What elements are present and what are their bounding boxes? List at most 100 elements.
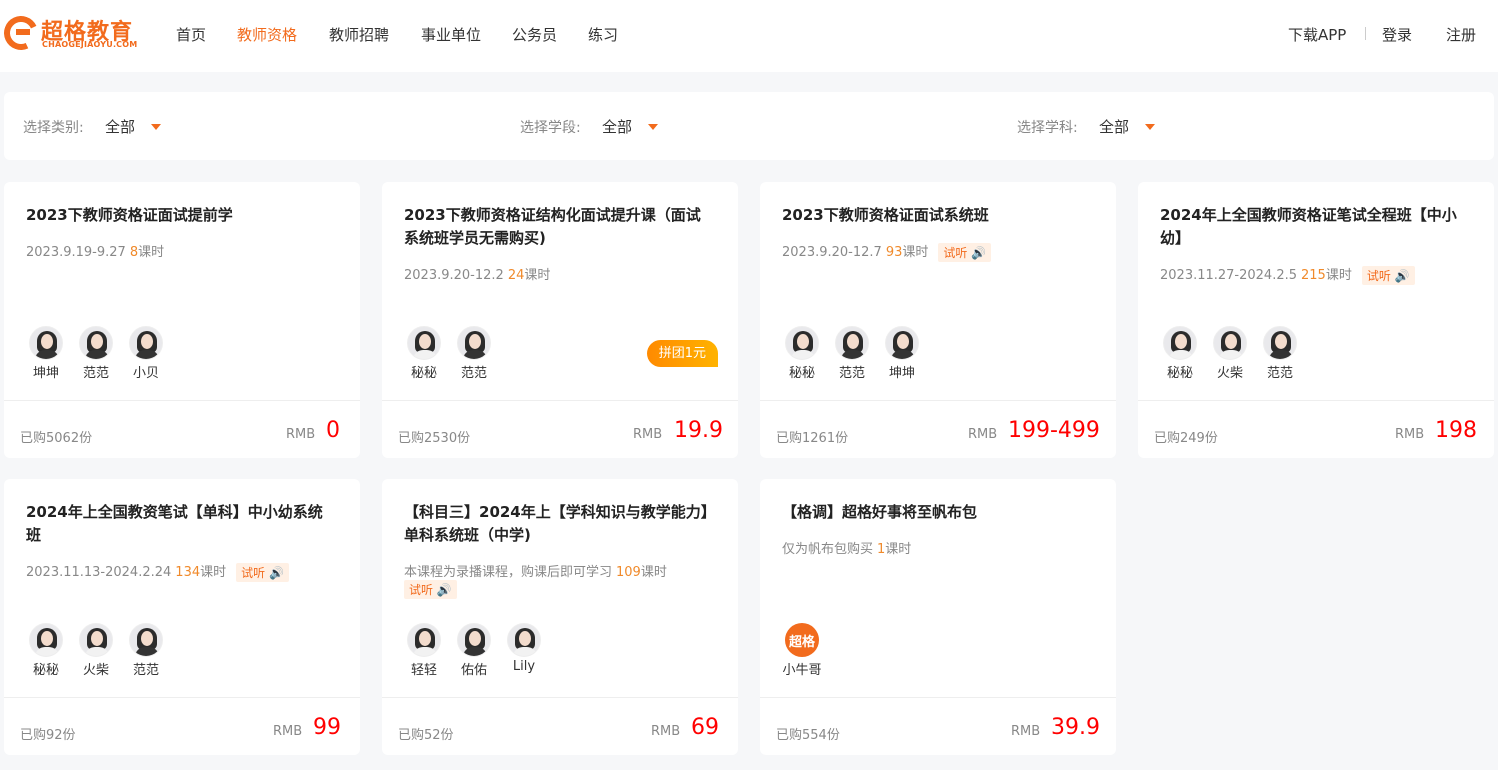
course-title: 【科目三】2024年上【学科知识与教学能力】单科系统班（中学) (404, 503, 709, 544)
teacher-name: 坤坤 (888, 366, 915, 381)
filter-subject-dropdown-icon[interactable] (1145, 124, 1155, 130)
currency-label: RMB (286, 427, 316, 442)
course-meta: 2023.9.20-12.2 24课时 (404, 264, 550, 283)
course-card[interactable]: 2023下教师资格证面试提前学 2023.9.19-9.27 8课时 坤坤 范范 … (4, 182, 360, 458)
avatar (29, 623, 63, 657)
teacher[interactable]: 轻轻 (404, 623, 444, 678)
course-card[interactable]: 2023下教师资格证面试系统班 2023.9.20-12.7 93课时 试听 🔊 秘… (760, 182, 1116, 458)
purchase-count: 已购52份 (398, 728, 454, 743)
teacher[interactable]: 小贝 (126, 326, 166, 381)
nav-home[interactable]: 首页 (176, 24, 206, 45)
teacher-name: Lily (512, 659, 536, 674)
avatar (835, 326, 869, 360)
teacher-name: 佑佑 (460, 663, 487, 678)
logo-mark-bar (16, 29, 30, 35)
teacher[interactable]: 范范 (76, 326, 116, 381)
avatar (1213, 326, 1247, 360)
teacher[interactable]: Lily (504, 623, 544, 674)
avatar (1263, 326, 1297, 360)
register-link[interactable]: 注册 (1446, 24, 1476, 45)
trial-label: 试听 (409, 583, 434, 597)
teacher[interactable]: 坤坤 (882, 326, 922, 381)
course-date: 2023.9.20-12.7 (782, 245, 882, 260)
teacher[interactable]: 秘秘 (782, 326, 822, 381)
course-price: 69 (691, 715, 719, 740)
filter-stage-dropdown-icon[interactable] (648, 124, 658, 130)
avatar (79, 623, 113, 657)
course-meta: 2023.11.27-2024.2.5 215课时 试听 🔊 (1160, 264, 1415, 285)
card-divider (1138, 400, 1494, 401)
teacher[interactable]: 秘秘 (1160, 326, 1200, 381)
course-price: 19.9 (674, 418, 723, 443)
teacher-name: 小贝 (132, 366, 159, 381)
nav-teacher-qualification[interactable]: 教师资格 (237, 24, 297, 45)
teacher[interactable]: 范范 (454, 326, 494, 381)
purchase-count: 已购2530份 (398, 431, 471, 446)
teacher[interactable]: 范范 (1260, 326, 1300, 381)
course-hours: 93 (885, 245, 903, 260)
nav-public-institution[interactable]: 事业单位 (421, 24, 481, 45)
course-card[interactable]: 2024年上全国教师资格证笔试全程班【中小幼】 2023.11.27-2024.… (1138, 182, 1494, 458)
teacher[interactable]: 秘秘 (26, 623, 66, 678)
filter-category-dropdown-icon[interactable] (151, 124, 161, 130)
course-date: 仅为帆布包购买 (782, 542, 874, 557)
site-logo[interactable]: 超格教育 CHAOGEJIAOYU.COM (0, 11, 154, 55)
purchase-count: 已购249份 (1154, 431, 1218, 446)
course-meta: 2023.9.20-12.7 93课时 试听 🔊 (782, 241, 992, 262)
avatar (1163, 326, 1197, 360)
course-hours: 24 (507, 268, 525, 283)
speaker-icon: 🔊 (436, 583, 452, 597)
course-hours-unit: 课时 (885, 542, 912, 557)
filter-category-label: 选择类别: (23, 120, 84, 136)
login-link[interactable]: 登录 (1382, 24, 1412, 45)
teacher[interactable]: 范范 (832, 326, 872, 381)
teacher-name: 范范 (132, 663, 159, 678)
course-hours-unit: 课时 (138, 245, 165, 260)
currency-label: RMB (651, 724, 681, 739)
card-divider (760, 400, 1116, 401)
avatar (79, 326, 113, 360)
nav-practice[interactable]: 练习 (588, 24, 618, 45)
filter-category-value[interactable]: 全部 (105, 116, 135, 137)
teacher[interactable]: 秘秘 (404, 326, 444, 381)
download-app-link[interactable]: 下载APP (1288, 24, 1346, 45)
purchase-count: 已购92份 (20, 728, 76, 743)
teacher[interactable]: 超格 小牛哥 (782, 623, 822, 678)
filter-subject-value[interactable]: 全部 (1099, 116, 1129, 137)
course-card[interactable]: 2023下教师资格证结构化面试提升课（面试系统班学员无需购买) 2023.9.2… (382, 182, 738, 458)
filter-subject-label: 选择学科: (1017, 120, 1078, 136)
course-title: 2023下教师资格证结构化面试提升课（面试系统班学员无需购买) (404, 206, 701, 247)
teacher[interactable]: 范范 (126, 623, 166, 678)
group-buy-badge[interactable]: 拼团1元 (646, 340, 718, 367)
course-hours-unit: 课时 (902, 245, 929, 260)
course-date: 2023.9.20-12.2 (404, 268, 504, 283)
trial-button[interactable]: 试听 🔊 (1361, 266, 1415, 285)
trial-label: 试听 (943, 246, 968, 260)
trial-button[interactable]: 试听 🔊 (236, 563, 289, 582)
course-price: 99 (313, 715, 341, 740)
course-card[interactable]: 2024年上全国教资笔试【单科】中小幼系统班 2023.11.13-2024.2… (4, 479, 360, 755)
course-date: 2023.11.27-2024.2.5 (1160, 268, 1298, 283)
teacher-name: 坤坤 (32, 366, 59, 381)
teacher[interactable]: 坤坤 (26, 326, 66, 381)
trial-button[interactable]: 试听 🔊 (938, 243, 992, 262)
teacher-name: 范范 (1266, 366, 1293, 381)
course-hours: 134 (175, 565, 201, 580)
teacher[interactable]: 火柴 (1210, 326, 1250, 381)
nav-teacher-recruitment[interactable]: 教师招聘 (329, 24, 389, 45)
avatar (407, 326, 441, 360)
currency-label: RMB (633, 427, 663, 442)
brand-avatar-text: 超格 (788, 635, 815, 650)
teacher[interactable]: 佑佑 (454, 623, 494, 678)
course-card[interactable]: 【科目三】2024年上【学科知识与教学能力】单科系统班（中学) 本课程为录播课程… (382, 479, 738, 755)
course-date: 2023.11.13-2024.2.24 (26, 565, 172, 580)
trial-button[interactable]: 试听 🔊 (404, 580, 457, 599)
currency-label: RMB (968, 427, 998, 442)
course-hours: 8 (129, 245, 139, 260)
course-price: 198 (1435, 418, 1477, 443)
course-card[interactable]: 【格调】超格好事将至帆布包 仅为帆布包购买 1课时 超格 小牛哥 已购554份 RM… (760, 479, 1116, 755)
course-date: 2023.9.19-9.27 (26, 245, 126, 260)
teacher[interactable]: 火柴 (76, 623, 116, 678)
nav-civil-servant[interactable]: 公务员 (512, 24, 557, 45)
filter-stage-value[interactable]: 全部 (602, 116, 632, 137)
